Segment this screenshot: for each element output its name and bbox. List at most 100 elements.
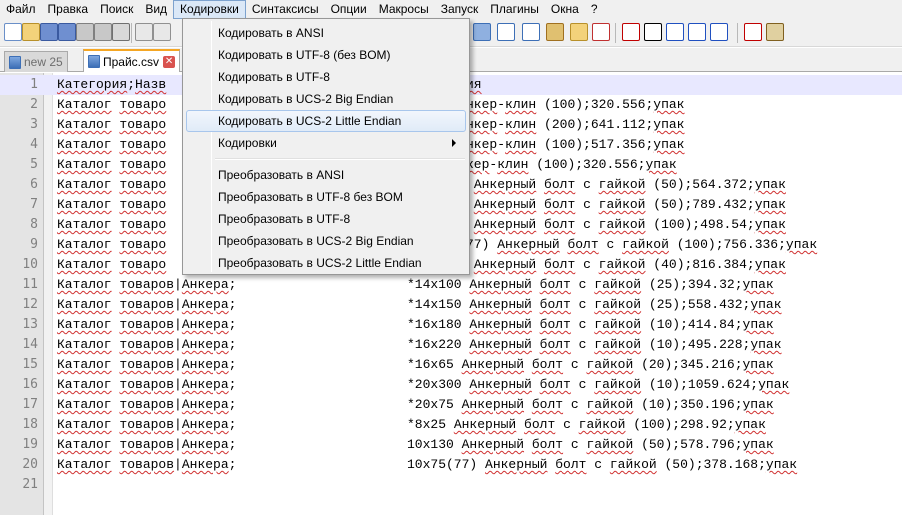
line-text-right: *16x180 Анкерный болт с гайкой (10);414.… xyxy=(407,317,774,332)
line-number: 14 xyxy=(22,337,38,352)
line-number: 9 xyxy=(30,237,38,252)
editor-line[interactable]: 13 Каталог товаров|Анкера; *16x180 Анкерны… xyxy=(0,315,902,335)
save-macro-icon[interactable] xyxy=(710,23,728,41)
line-number: 11 xyxy=(22,277,38,292)
editor-line[interactable]: 19 Каталог товаров|Анкера; 10x130 Анкерный… xyxy=(0,435,902,455)
line-text-left: Каталог товаров|Анкера; xyxy=(57,417,237,432)
line-text-right: Анкерный болт с гайкой (50);789.432;упак xyxy=(473,197,786,212)
editor-line[interactable]: 21 xyxy=(0,475,902,495)
editor-line[interactable]: 12 Каталог товаров|Анкера; *14x150 Анкерны… xyxy=(0,295,902,315)
show-all-chars-icon[interactable] xyxy=(497,23,515,41)
dropdown-item-label: Преобразовать в UCS-2 Little Endian xyxy=(218,256,422,270)
close-all-icon[interactable] xyxy=(94,23,112,41)
menu-bar: Файл Правка Поиск Вид Кодировки Синтаксисы Опц… xyxy=(0,0,902,19)
editor-line[interactable]: 17 Каталог товаров|Анкера; *20x75 Анкерный… xyxy=(0,395,902,415)
editor-line[interactable]: 18 Каталог товаров|Анкера; *8x25 Анкерный … xyxy=(0,415,902,435)
indent-guide-icon[interactable] xyxy=(522,23,540,41)
dropdown-item[interactable]: Преобразовать в UTF-8 без BOM xyxy=(186,186,466,208)
line-number: 7 xyxy=(30,197,38,212)
line-number: 21 xyxy=(22,477,38,492)
close-file-icon[interactable] xyxy=(76,23,94,41)
dropdown-item[interactable]: Кодировать в UTF-8 xyxy=(186,66,466,88)
line-text-right: *20x75 Анкерный болт с гайкой (10);350.1… xyxy=(407,397,774,412)
line-text-left: Категория;Назв xyxy=(57,77,167,92)
record-macro-icon[interactable] xyxy=(622,23,640,41)
dropdown-item[interactable]: Преобразовать в UCS-2 Big Endian xyxy=(186,230,466,252)
wrap-icon[interactable] xyxy=(473,23,491,41)
dropdown-item[interactable]: Кодировки xyxy=(186,132,466,154)
editor-line[interactable]: 15 Каталог товаров|Анкера; *16x65 Анкерный… xyxy=(0,355,902,375)
line-text-right: *14x150 Анкерный болт с гайкой (25);558.… xyxy=(407,297,782,312)
spellcheck-auto-icon[interactable] xyxy=(766,23,784,41)
line-number: 12 xyxy=(22,297,38,312)
run-macro-multiple-icon[interactable] xyxy=(688,23,706,41)
menu-item[interactable]: Правка xyxy=(42,0,95,19)
dropdown-item[interactable]: Кодировать в UCS-2 Big Endian xyxy=(186,88,466,110)
cut-icon[interactable] xyxy=(135,23,153,41)
line-text-right: *20x300 Анкерный болт с гайкой (10);1059… xyxy=(407,377,790,392)
save-icon[interactable] xyxy=(40,23,58,41)
menu-item[interactable]: Опции xyxy=(325,0,373,19)
menu-item[interactable]: ? xyxy=(585,0,604,19)
submenu-arrow-icon xyxy=(452,139,456,147)
menu-item[interactable]: Синтаксисы xyxy=(246,0,325,19)
editor-line[interactable]: 14 Каталог товаров|Анкера; *16x220 Анкерны… xyxy=(0,335,902,355)
line-text-right: 10x75(77) Анкерный болт с гайкой (50);37… xyxy=(407,457,798,472)
dropdown-item-label: Кодировать в UTF-8 xyxy=(218,70,330,84)
dropdown-item-label: Преобразовать в ANSI xyxy=(218,168,345,182)
menu-item[interactable]: Запуск xyxy=(435,0,485,19)
dropdown-item[interactable]: Преобразовать в ANSI xyxy=(186,164,466,186)
dropdown-item[interactable]: Преобразовать в UCS-2 Little Endian xyxy=(186,252,466,274)
open-file-icon[interactable] xyxy=(22,23,40,41)
menu-item[interactable]: Кодировки xyxy=(173,0,246,19)
line-number: 16 xyxy=(22,377,38,392)
line-text-left: Каталог товаро xyxy=(57,157,167,172)
line-text-right: *16x65 Анкерный болт с гайкой (20);345.2… xyxy=(407,357,774,372)
copy-icon[interactable] xyxy=(153,23,171,41)
dropdown-item-label: Кодировать в ANSI xyxy=(218,26,324,40)
line-text-right: *8x25 Анкерный болт с гайкой (100);298.9… xyxy=(407,417,766,432)
line-text-left: Каталог товаро xyxy=(57,237,167,252)
close-icon[interactable]: ✕ xyxy=(163,55,176,68)
line-text-right: 10x130 Анкерный болт с гайкой (50);578.7… xyxy=(407,437,774,452)
menu-item[interactable]: Вид xyxy=(139,0,173,19)
line-number: 18 xyxy=(22,417,38,432)
dropdown-item-label: Кодировать в UCS-2 Big Endian xyxy=(218,92,394,106)
dropdown-item[interactable]: Кодировать в ANSI xyxy=(186,22,466,44)
doc-map-icon[interactable] xyxy=(592,23,610,41)
stop-macro-icon[interactable] xyxy=(644,23,662,41)
line-text-right: нкер-клин (100);517.356;упак xyxy=(466,137,685,152)
dropdown-item[interactable]: Кодировать в UCS-2 Little Endian xyxy=(186,110,466,132)
new-file-icon[interactable] xyxy=(4,23,22,41)
dropdown-item-label: Преобразовать в UTF-8 xyxy=(218,212,351,226)
dropdown-item-label: Преобразовать в UTF-8 без BOM xyxy=(218,190,403,204)
save-all-icon[interactable] xyxy=(58,23,76,41)
line-text-left: Каталог товаров|Анкера; xyxy=(57,357,237,372)
tab-price-csv[interactable]: Прайс.csv ✕ xyxy=(83,49,181,72)
line-text-right: кер-клин (100);320.556;упак xyxy=(466,157,677,172)
dropdown-item[interactable]: Преобразовать в UTF-8 xyxy=(186,208,466,230)
dropdown-item[interactable]: Кодировать в UTF-8 (без BOM) xyxy=(186,44,466,66)
line-number: 10 xyxy=(22,257,38,272)
print-icon[interactable] xyxy=(112,23,130,41)
line-text-left: Каталог товаров|Анкера; xyxy=(57,397,237,412)
editor-line[interactable]: 20 Каталог товаров|Анкера; 10x75(77) Анкер… xyxy=(0,455,902,475)
editor-line[interactable]: 16 Каталог товаров|Анкера; *20x300 Анкерны… xyxy=(0,375,902,395)
spellcheck-icon[interactable] xyxy=(744,23,762,41)
line-number: 2 xyxy=(30,97,38,112)
menu-item[interactable]: Окна xyxy=(545,0,585,19)
play-macro-icon[interactable] xyxy=(666,23,684,41)
zoom-icon[interactable] xyxy=(546,23,564,41)
menu-item[interactable]: Плагины xyxy=(484,0,545,19)
line-number: 15 xyxy=(22,357,38,372)
editor-line[interactable]: 11 Каталог товаров|Анкера; *14x100 Анкерны… xyxy=(0,275,902,295)
menu-item[interactable]: Поиск xyxy=(94,0,139,19)
line-text-left: Каталог товаров|Анкера; xyxy=(57,377,237,392)
line-number: 1 xyxy=(30,77,38,92)
line-number: 5 xyxy=(30,157,38,172)
menu-item[interactable]: Макросы xyxy=(373,0,435,19)
function-list-icon[interactable] xyxy=(570,23,588,41)
menu-item[interactable]: Файл xyxy=(0,0,42,19)
line-number: 4 xyxy=(30,137,38,152)
tab-new-25[interactable]: new 25 xyxy=(4,51,68,72)
